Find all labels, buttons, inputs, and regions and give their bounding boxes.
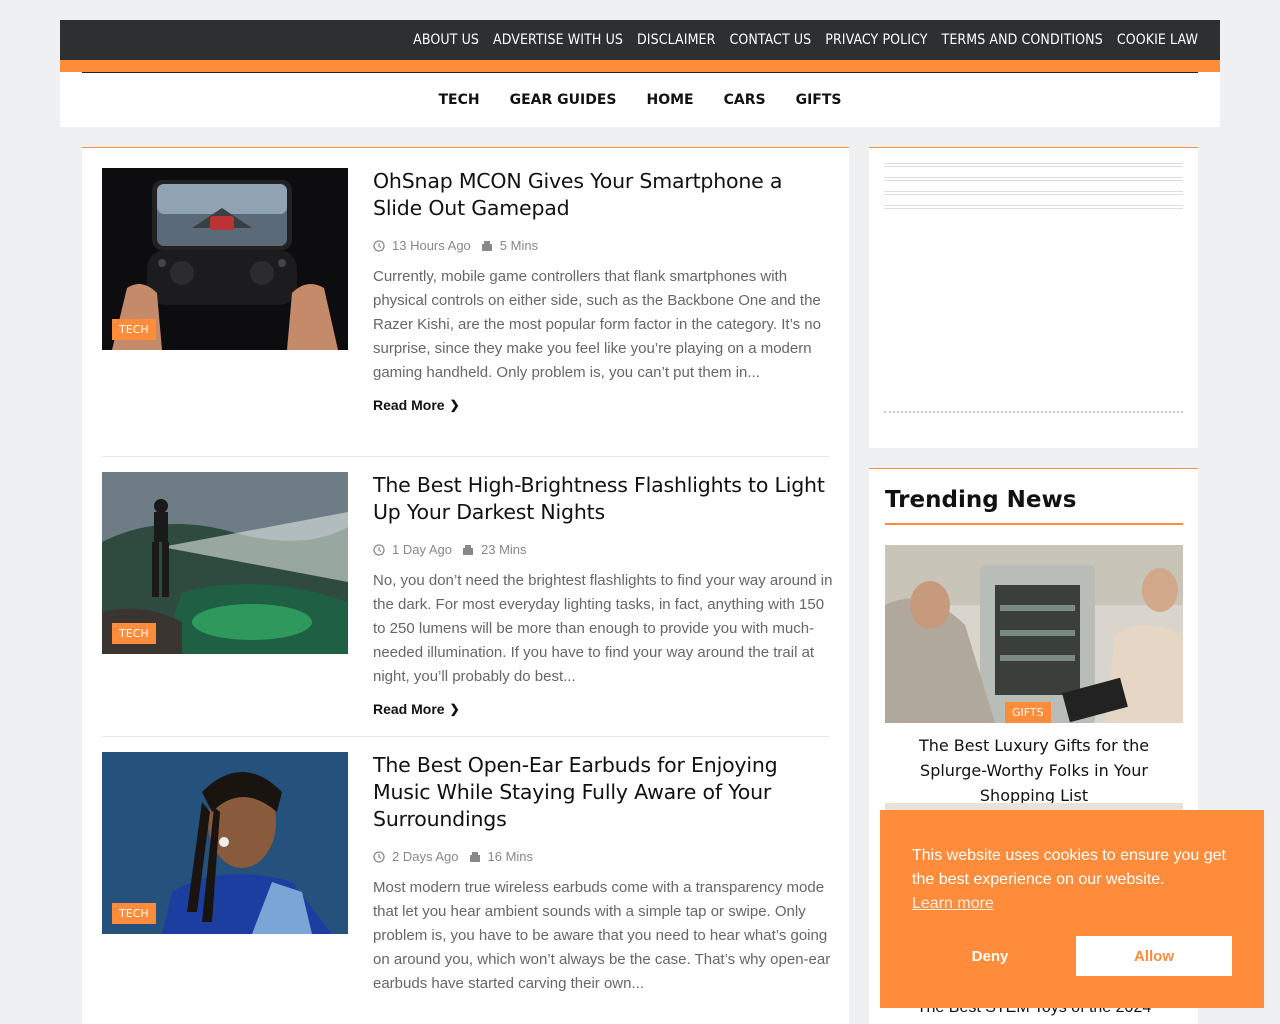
top-bar: ABOUT US ADVERTISE WITH US DISCLAIMER CO…	[60, 20, 1220, 60]
placeholder-line	[884, 205, 1183, 209]
learn-more-link[interactable]: Learn more	[912, 895, 994, 912]
read-more-label: Read More	[373, 397, 445, 413]
site-header: ABOUT US ADVERTISE WITH US DISCLAIMER CO…	[60, 20, 1220, 127]
book-icon	[463, 544, 473, 555]
heading-underline	[885, 523, 1183, 525]
article-item: TECH OhSnap MCON Gives Your Smartphone a…	[102, 168, 829, 457]
book-icon	[481, 240, 492, 251]
post-time: 13 Hours Ago	[392, 238, 471, 253]
chevron-right-icon: ❯	[449, 702, 460, 716]
clock-icon	[373, 543, 385, 556]
read-more-link[interactable]: Read More ❯	[373, 701, 833, 717]
read-more-link[interactable]: Read More ❯	[373, 397, 833, 413]
article-title[interactable]: The Best High-Brightness Flashlights to …	[373, 472, 833, 526]
nav-gear-guides[interactable]: GEAR GUIDES	[510, 92, 617, 108]
read-more-label: Read More	[373, 701, 445, 717]
post-time: 1 Day Ago	[392, 542, 452, 557]
nav-home[interactable]: HOME	[646, 92, 693, 108]
article-meta: 13 Hours Ago 5 Mins	[373, 238, 833, 253]
trending-heading: Trending News	[885, 487, 1077, 513]
topnav-contact-us[interactable]: CONTACT US	[729, 32, 811, 48]
article-excerpt: Currently, mobile game controllers that …	[373, 268, 821, 381]
post-time: 2 Days Ago	[392, 849, 459, 864]
category-badge[interactable]: TECH	[112, 623, 156, 644]
main-nav: TECH GEAR GUIDES HOME CARS GIFTS	[60, 72, 1220, 127]
category-badge[interactable]: GIFTS	[1005, 702, 1051, 723]
topnav-disclaimer[interactable]: DISCLAIMER	[637, 32, 715, 48]
article-excerpt: Most modern true wireless earbuds come w…	[373, 879, 831, 992]
nav-tech[interactable]: TECH	[438, 92, 479, 108]
topnav-about-us[interactable]: ABOUT US	[413, 32, 479, 48]
wine-fridge-image	[885, 545, 1183, 723]
topnav-advertise[interactable]: ADVERTISE WITH US	[493, 32, 623, 48]
read-time: 5 Mins	[499, 238, 539, 253]
cookie-banner: This website uses cookies to ensure you …	[880, 810, 1264, 1008]
accent-strip	[60, 60, 1220, 72]
article-item: TECH The Best Open-Ear Earbuds for Enjoy…	[102, 752, 830, 1024]
category-badge[interactable]: TECH	[112, 319, 156, 340]
trending-title[interactable]: The Best Luxury Gifts for the Splurge-Wo…	[885, 733, 1183, 808]
trending-thumbnail[interactable]: GIFTS	[885, 545, 1183, 723]
deny-button[interactable]: Deny	[912, 936, 1068, 976]
read-time: 23 Mins	[481, 542, 527, 557]
read-time: 16 Mins	[487, 849, 534, 864]
topnav-privacy-policy[interactable]: PRIVACY POLICY	[825, 32, 927, 48]
article-meta: 1 Day Ago 23 Mins	[373, 542, 833, 557]
article-thumbnail[interactable]: TECH	[102, 472, 348, 654]
nav-cars[interactable]: CARS	[724, 92, 766, 108]
topnav-terms[interactable]: TERMS AND CONDITIONS	[942, 32, 1103, 48]
topnav-cookie-law[interactable]: COOKIE LAW	[1117, 32, 1198, 48]
placeholder-line	[884, 177, 1183, 181]
chevron-right-icon: ❯	[449, 398, 460, 412]
clock-icon	[373, 239, 385, 252]
book-icon	[469, 851, 480, 862]
nav-divider	[82, 72, 1198, 73]
article-item: TECH The Best High-Brightness Flashlight…	[102, 472, 832, 737]
dotted-divider	[884, 411, 1183, 413]
cookie-message: This website uses cookies to ensure you …	[912, 847, 1226, 888]
clock-icon	[373, 850, 385, 863]
sidebar-ad-widget	[869, 147, 1198, 448]
article-excerpt: No, you don’t need the brightest flashli…	[373, 572, 833, 685]
article-list: TECH OhSnap MCON Gives Your Smartphone a…	[82, 147, 849, 1024]
allow-button[interactable]: Allow	[1076, 936, 1232, 976]
placeholder-line	[884, 163, 1183, 167]
article-thumbnail[interactable]: TECH	[102, 752, 348, 934]
article-title[interactable]: The Best Open-Ear Earbuds for Enjoying M…	[373, 752, 833, 833]
nav-gifts[interactable]: GIFTS	[796, 92, 842, 108]
article-title[interactable]: OhSnap MCON Gives Your Smartphone a Slid…	[373, 168, 833, 222]
placeholder-line	[884, 191, 1183, 195]
article-meta: 2 Days Ago 16 Mins	[373, 849, 833, 864]
article-thumbnail[interactable]: TECH	[102, 168, 348, 350]
category-badge[interactable]: TECH	[112, 903, 156, 924]
